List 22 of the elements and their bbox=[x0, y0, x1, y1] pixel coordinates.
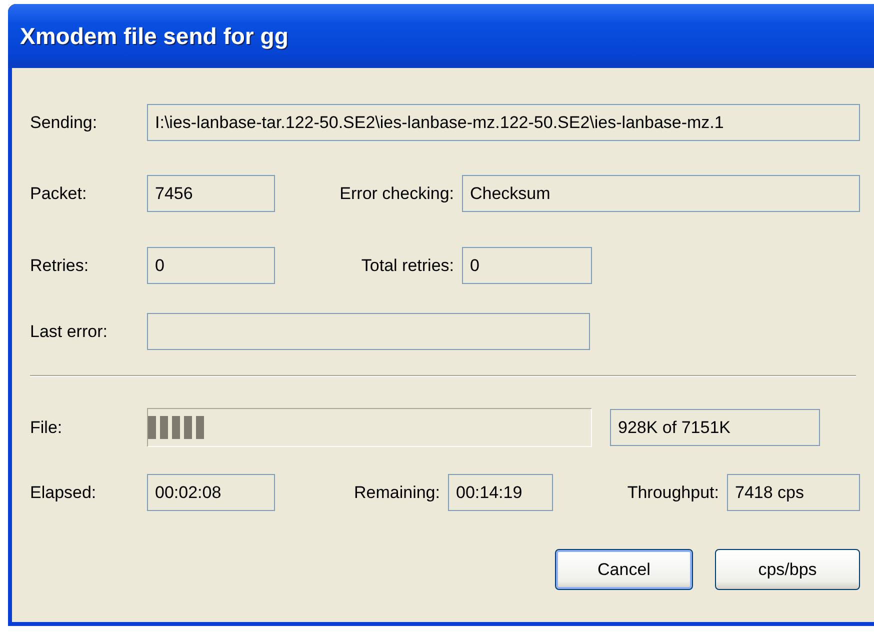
field-label: Last error: bbox=[30, 322, 108, 342]
field-label: Retries: bbox=[30, 256, 90, 276]
total-retries-field: 0 bbox=[462, 247, 592, 284]
file-size-field: 928K of 7151K bbox=[610, 409, 820, 446]
field-label: Sending: bbox=[30, 112, 98, 132]
field-label: Throughput: bbox=[626, 482, 720, 502]
field-label: Error checking: bbox=[338, 184, 455, 204]
field-label: Elapsed: bbox=[30, 482, 98, 502]
elapsed-field: 00:02:08 bbox=[147, 474, 275, 511]
throughput-field: 7418 cps bbox=[727, 474, 860, 511]
remaining-field: 00:14:19 bbox=[448, 474, 553, 511]
sending-field: I:\ies-lanbase-tar.122-50.SE2\ies-lanbase-mz.122-50.SE2\ies-lanbase-mz.1 bbox=[147, 104, 860, 141]
packet-field: 7456 bbox=[147, 175, 275, 212]
field-label: Total retries: bbox=[360, 256, 455, 276]
field-label: Packet: bbox=[30, 184, 88, 204]
dialog-button[interactable]: Cancel bbox=[555, 549, 693, 590]
error-checking-field: Checksum bbox=[462, 175, 860, 212]
dialog-button[interactable]: cps/bps bbox=[715, 549, 860, 590]
retries-field: 0 bbox=[147, 247, 275, 284]
field-label: File: bbox=[30, 418, 64, 438]
window-title: Xmodem file send for gg bbox=[20, 22, 288, 50]
field-label: Remaining: bbox=[353, 482, 441, 502]
